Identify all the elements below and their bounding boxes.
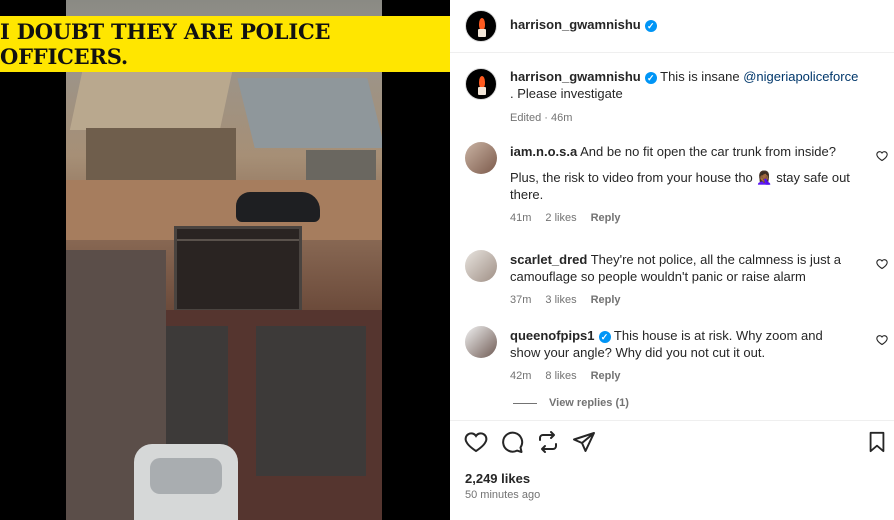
caption-avatar[interactable] [465,68,497,100]
verified-icon: ✓ [598,330,611,343]
comment-text: And be no fit open the car trunk from in… [580,144,836,159]
caption-mention[interactable]: @nigeriapoliceforce [743,69,858,84]
comment-meta: 41m 2 likes Reply [510,210,850,227]
view-replies-label: View replies (1) [549,397,629,409]
author-avatar[interactable] [465,10,497,42]
white-car [134,444,238,520]
gate-shape [174,226,302,312]
share-icon[interactable] [572,430,596,454]
roof-shape [237,78,382,148]
comment-item: scarlet_dred They're not police, all the… [510,251,850,309]
comment-text-2: Plus, the risk to video from your house … [510,170,850,202]
post-media: I DOUBT THEY ARE POLICE OFFICERS. [0,0,450,520]
commenter-avatar[interactable] [465,142,497,174]
comment-time: 37m [510,294,532,306]
reply-button[interactable]: Reply [591,294,621,306]
caption-text: This is insane [660,69,744,84]
comment-item: iam.n.o.s.a And be no fit open the car t… [510,143,850,227]
caption-username[interactable]: harrison_gwamnishu [510,69,641,84]
comment-time: 42m [510,370,532,382]
video-banner: I DOUBT THEY ARE POLICE OFFICERS. [0,16,450,72]
divider [450,420,894,421]
post-header: harrison_gwamnishu ✓ [450,0,894,53]
author-username[interactable]: harrison_gwamnishu [510,17,641,32]
black-car [236,192,320,222]
comment-likes[interactable]: 3 likes [545,294,576,306]
reply-button[interactable]: Reply [591,212,621,224]
roof-shape [69,72,233,130]
comment-likes[interactable]: 8 likes [545,370,576,382]
verified-icon: ✓ [644,71,657,84]
comment-item: queenofpips1 ✓ This house is at risk. Why… [510,327,850,385]
caption-status: Edited · 46m [510,112,573,124]
post-side-panel: harrison_gwamnishu ✓ harrison_gwamnishu ✓ … [450,0,894,520]
heart-icon[interactable] [464,430,488,454]
comment-icon[interactable] [500,430,524,454]
comment-likes[interactable]: 2 likes [545,212,576,224]
likes-count[interactable]: 2,249 likes [465,471,530,486]
commenter-avatar[interactable] [465,326,497,358]
divider-line [513,402,537,404]
comment-like-icon[interactable] [876,150,888,162]
verified-icon: ✓ [644,19,657,32]
post-timestamp: 50 minutes ago [465,489,541,501]
banner-text: I DOUBT THEY ARE POLICE OFFICERS. [0,19,331,69]
video-frame[interactable] [66,0,382,520]
view-replies-button[interactable]: View replies (1) [513,397,629,409]
commenter-avatar[interactable] [465,250,497,282]
comment-like-icon[interactable] [876,258,888,270]
reply-button[interactable]: Reply [591,370,621,382]
caption-text-after: . Please investigate [510,86,623,101]
comment-username[interactable]: scarlet_dred [510,252,587,267]
comment-like-icon[interactable] [876,334,888,346]
author-username-row: harrison_gwamnishu ✓ [510,17,657,32]
comment-username[interactable]: iam.n.o.s.a [510,144,577,159]
comment-meta: 37m 3 likes Reply [510,292,850,309]
repost-icon[interactable] [536,430,560,454]
comment-username[interactable]: queenofpips1 [510,328,595,343]
post-caption: harrison_gwamnishu ✓ This is insane @nige… [510,68,860,127]
building-wall [86,128,236,180]
comment-time: 41m [510,212,532,224]
bookmark-icon[interactable] [866,430,888,454]
comment-meta: 42m 8 likes Reply [510,368,850,385]
